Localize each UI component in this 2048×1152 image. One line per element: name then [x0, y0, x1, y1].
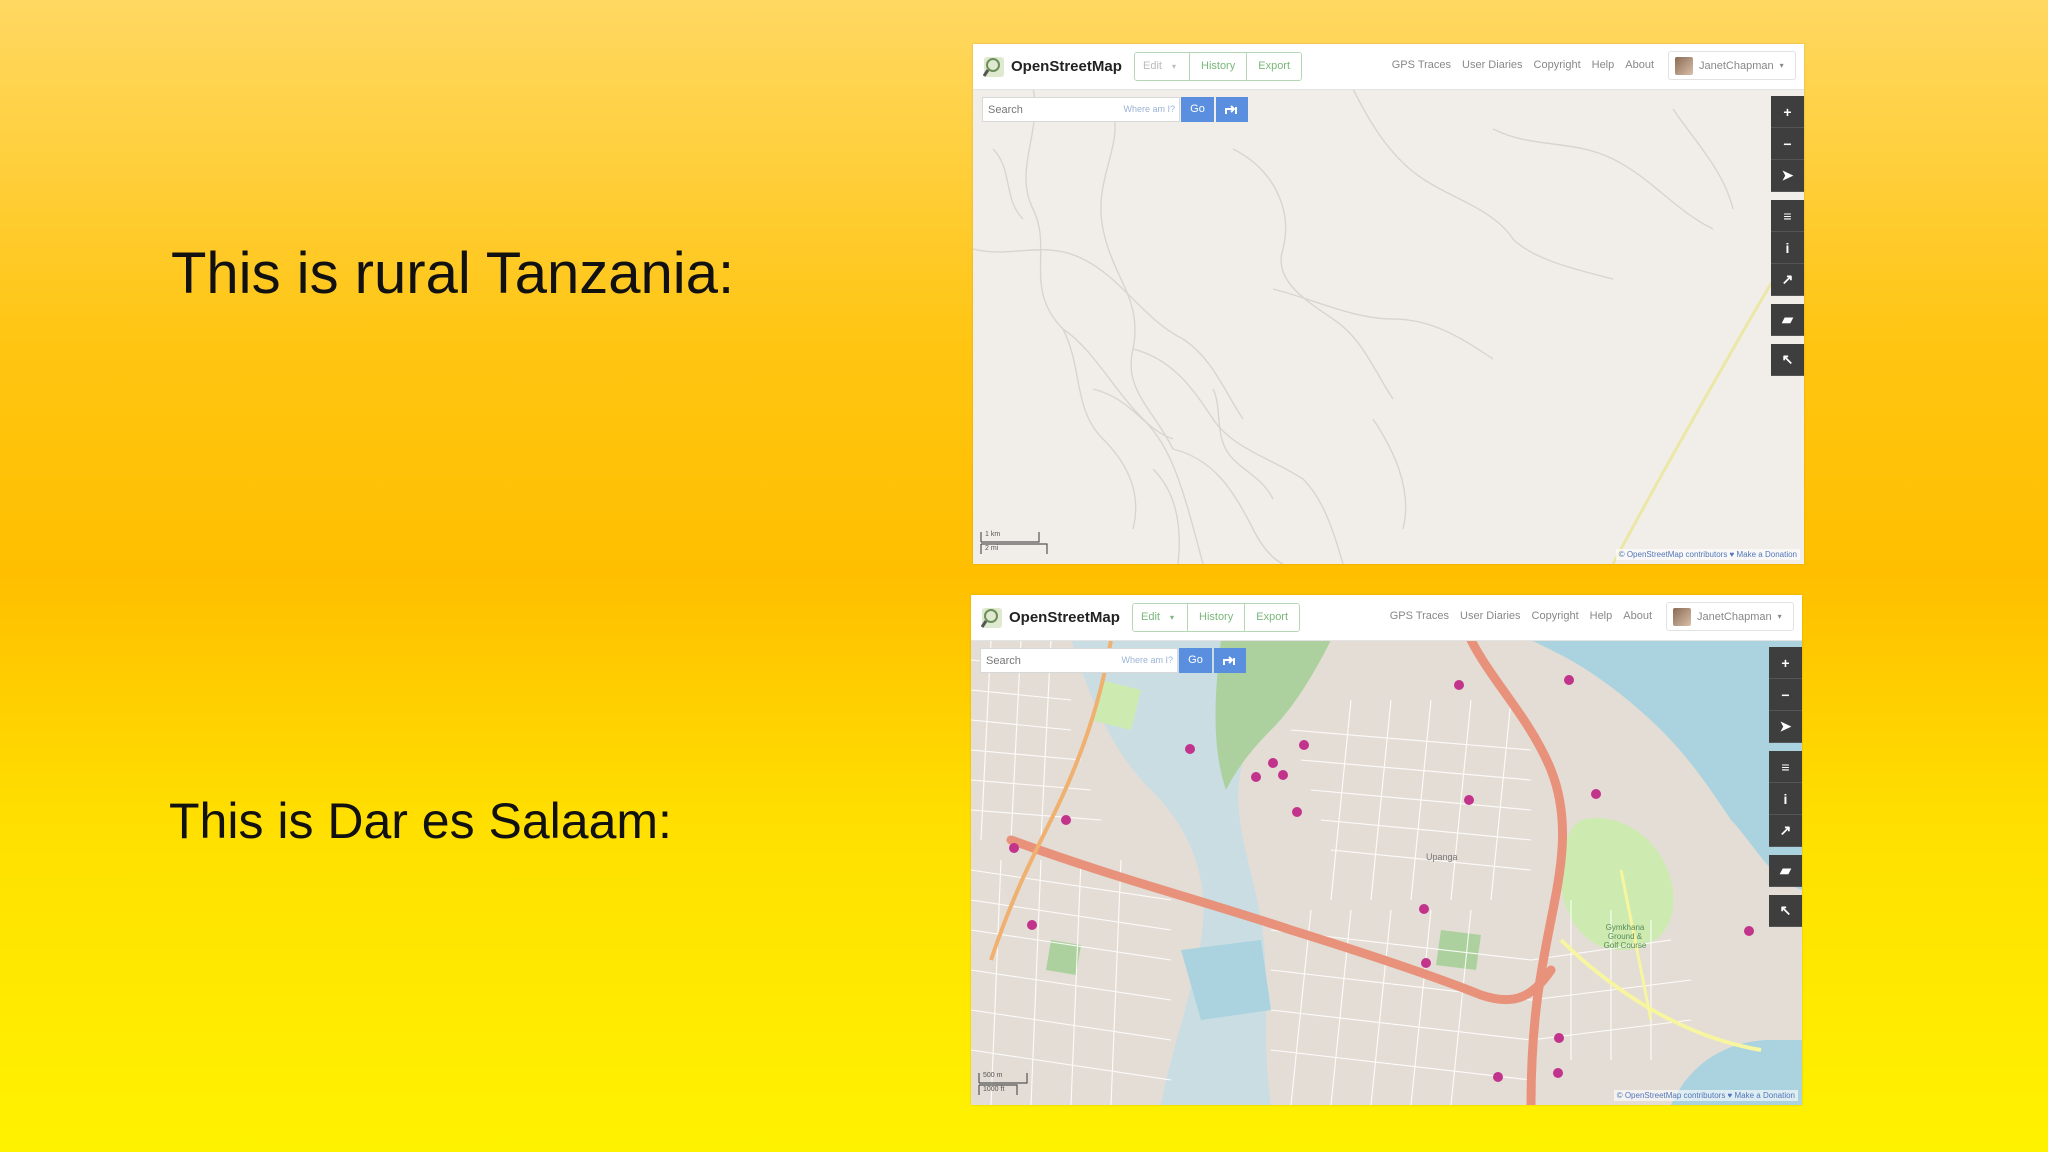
query-icon[interactable]: ↖ — [1769, 895, 1802, 927]
user-menu[interactable]: JanetChapman ▾ — [1668, 51, 1796, 80]
tab-history[interactable]: History — [1188, 604, 1246, 631]
user-name: JanetChapman — [1699, 59, 1774, 72]
scale-bar: 500 m 1000 ft — [977, 1071, 1049, 1097]
scale-bottom: 2 mi — [985, 545, 999, 552]
tab-edit-label: Edit — [1141, 611, 1160, 623]
chevron-down-icon: ▾ — [1779, 61, 1784, 70]
tab-export[interactable]: Export — [1245, 604, 1300, 631]
tab-edit[interactable]: Edit ▾ — [1135, 53, 1190, 80]
scale-top: 1 km — [985, 531, 1001, 538]
user-menu[interactable]: JanetChapman ▾ — [1666, 602, 1794, 631]
map-canvas-city[interactable]: Upanga Gymkhana Ground & Golf Course — [971, 640, 1802, 1105]
osm-screenshot-rural: OpenStreetMap Edit ▾ History Export GPS T… — [973, 44, 1804, 564]
scale-top: 500 m — [983, 1072, 1003, 1079]
map-label-gymkhana: Gymkhana Ground & Golf Course — [1603, 923, 1647, 950]
directions-icon — [1223, 656, 1235, 665]
layers-icon[interactable]: ≡ — [1771, 200, 1804, 232]
zoom-out-icon[interactable]: − — [1771, 128, 1804, 160]
nav-gps-traces[interactable]: GPS Traces — [1392, 59, 1451, 71]
attribution[interactable]: © OpenStreetMap contributors ♥ Make a Do… — [1615, 549, 1800, 560]
info-icon[interactable]: i — [1769, 783, 1802, 815]
zoom-in-icon[interactable]: + — [1769, 647, 1802, 679]
osm-brand[interactable]: OpenStreetMap — [981, 605, 1120, 630]
osm-brand[interactable]: OpenStreetMap — [983, 54, 1122, 79]
search-go-button[interactable]: Go — [1181, 97, 1214, 122]
note-icon[interactable]: ▰ — [1771, 304, 1804, 336]
search-input[interactable]: Search Where am I? — [980, 648, 1178, 673]
osm-logo-icon — [983, 56, 1004, 77]
nav-about[interactable]: About — [1625, 59, 1654, 71]
chevron-down-icon: ▾ — [1169, 613, 1174, 622]
secondary-nav: GPS Traces User Diaries Copyright Help A… — [1390, 610, 1652, 622]
zoom-in-icon[interactable]: + — [1771, 96, 1804, 128]
note-icon[interactable]: ▰ — [1769, 855, 1802, 887]
directions-icon — [1225, 105, 1237, 114]
nav-gps-traces[interactable]: GPS Traces — [1390, 610, 1449, 622]
tab-edit[interactable]: Edit ▾ — [1133, 604, 1188, 631]
osm-brand-text: OpenStreetMap — [1009, 609, 1120, 626]
locate-icon[interactable]: ➤ — [1771, 160, 1804, 192]
where-am-i-link[interactable]: Where am I? — [1121, 655, 1173, 665]
directions-button[interactable] — [1214, 648, 1246, 673]
search-input[interactable]: Search Where am I? — [982, 97, 1180, 122]
osm-logo-icon — [981, 607, 1002, 628]
tab-export[interactable]: Export — [1247, 53, 1302, 80]
attribution[interactable]: © OpenStreetMap contributors ♥ Make a Do… — [1613, 1090, 1798, 1101]
zoom-out-icon[interactable]: − — [1769, 679, 1802, 711]
layers-icon[interactable]: ≡ — [1769, 751, 1802, 783]
directions-button[interactable] — [1216, 97, 1248, 122]
user-name: JanetChapman — [1697, 610, 1772, 623]
scale-bar: 1 km 2 mi — [979, 530, 1051, 556]
search-go-button[interactable]: Go — [1179, 648, 1212, 673]
query-icon[interactable]: ↖ — [1771, 344, 1804, 376]
chevron-down-icon: ▾ — [1171, 62, 1176, 71]
search-placeholder: Search — [986, 655, 1021, 667]
osm-header: OpenStreetMap Edit ▾ History Export GPS T… — [971, 595, 1802, 641]
nav-help[interactable]: Help — [1592, 59, 1615, 71]
caption-rural: This is rural Tanzania: — [171, 241, 735, 306]
avatar — [1675, 56, 1693, 75]
map-canvas-rural[interactable] — [973, 89, 1804, 564]
search-placeholder: Search — [988, 104, 1023, 116]
share-icon[interactable]: ↗ — [1769, 815, 1802, 847]
nav-user-diaries[interactable]: User Diaries — [1462, 59, 1523, 71]
info-icon[interactable]: i — [1771, 232, 1804, 264]
tab-edit-label: Edit — [1143, 60, 1162, 72]
edit-tabs: Edit ▾ History Export — [1132, 603, 1301, 632]
map-controls: + − ➤ ≡ i ↗ ▰ ↖ — [1771, 96, 1804, 376]
caption-city: This is Dar es Salaam: — [169, 793, 672, 849]
secondary-nav: GPS Traces User Diaries Copyright Help A… — [1392, 59, 1654, 71]
chevron-down-icon: ▾ — [1777, 612, 1782, 621]
locate-icon[interactable]: ➤ — [1769, 711, 1802, 743]
edit-tabs: Edit ▾ History Export — [1134, 52, 1303, 81]
osm-header: OpenStreetMap Edit ▾ History Export GPS T… — [973, 44, 1804, 90]
nav-about[interactable]: About — [1623, 610, 1652, 622]
avatar — [1673, 607, 1691, 626]
scale-bottom: 1000 ft — [983, 1086, 1005, 1093]
nav-copyright[interactable]: Copyright — [1532, 610, 1579, 622]
nav-user-diaries[interactable]: User Diaries — [1460, 610, 1521, 622]
osm-screenshot-city: Upanga Gymkhana Ground & Golf Course Ope… — [971, 595, 1802, 1105]
osm-brand-text: OpenStreetMap — [1011, 58, 1122, 75]
share-icon[interactable]: ↗ — [1771, 264, 1804, 296]
tab-history[interactable]: History — [1190, 53, 1248, 80]
nav-copyright[interactable]: Copyright — [1534, 59, 1581, 71]
map-label-upanga: Upanga — [1426, 852, 1458, 862]
where-am-i-link[interactable]: Where am I? — [1123, 104, 1175, 114]
map-controls: + − ➤ ≡ i ↗ ▰ ↖ — [1769, 647, 1802, 927]
nav-help[interactable]: Help — [1590, 610, 1613, 622]
